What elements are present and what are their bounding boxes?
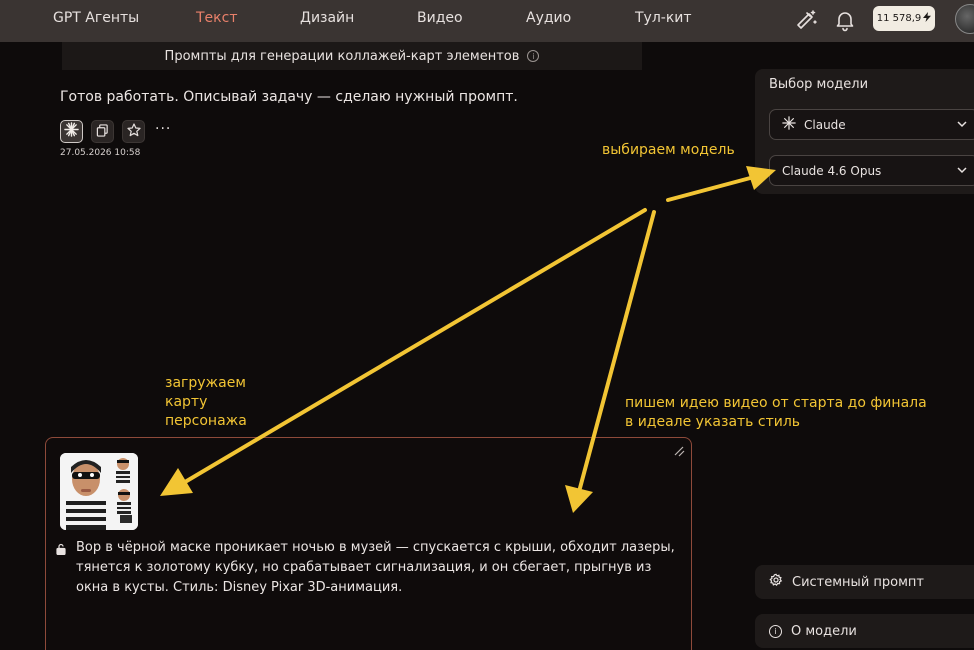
- annotation-idea-2: в идеале указать стиль: [625, 414, 801, 430]
- provider-select[interactable]: Claude: [769, 109, 974, 140]
- subtitle-text: Промпты для генерации коллажей-карт элем…: [164, 48, 520, 64]
- message-timestamp: 27.05.2026 10:58: [60, 148, 141, 158]
- annotation-idea-1: пишем идею видео от старта до финала: [625, 395, 927, 411]
- info-icon[interactable]: i: [527, 50, 540, 62]
- model-selection-panel: Выбор модели Claude Claude 4.6 Opus: [755, 69, 974, 194]
- gear-icon: [769, 573, 783, 591]
- nav-item-text[interactable]: Текст: [196, 10, 237, 26]
- info-icon: i: [769, 624, 782, 638]
- message-actions: ···: [60, 120, 171, 143]
- chevron-down-icon: [956, 118, 968, 133]
- system-prompt-panel[interactable]: Системный промпт: [755, 565, 974, 599]
- annotation-choose-model: выбираем модель: [602, 142, 735, 158]
- balance-badge[interactable]: 11 578,9: [873, 6, 935, 31]
- character-card-thumbnail[interactable]: [60, 453, 138, 530]
- star-icon: [126, 122, 141, 141]
- nav-item-video[interactable]: Видео: [417, 10, 463, 26]
- favorite-button[interactable]: [122, 120, 145, 143]
- prompt-input-box[interactable]: Вор в чёрной маске проникает ночью в муз…: [45, 437, 692, 650]
- arrow-to-model-select: [666, 175, 756, 202]
- annotation-upload-3: персонажа: [165, 413, 247, 429]
- nav-item-design[interactable]: Дизайн: [300, 10, 354, 26]
- balance-value: 11 578,9: [876, 13, 922, 24]
- lightning-icon: [923, 12, 932, 25]
- more-options-button[interactable]: ···: [155, 120, 171, 143]
- claude-model-button[interactable]: [60, 120, 83, 143]
- user-avatar[interactable]: [955, 4, 974, 34]
- model-value: Claude 4.6 Opus: [782, 163, 882, 178]
- resize-handle-icon[interactable]: [673, 442, 685, 461]
- annotation-upload-2: карту: [165, 394, 208, 410]
- magic-pen-icon[interactable]: [794, 8, 818, 32]
- claude-spark-icon: [782, 116, 796, 133]
- assistant-message: Готов работать. Описывай задачу — сделаю…: [60, 89, 518, 105]
- bell-icon[interactable]: [833, 8, 857, 32]
- copy-button[interactable]: [91, 120, 114, 143]
- prompt-text[interactable]: Вор в чёрной маске проникает ночью в муз…: [76, 538, 676, 598]
- model-select[interactable]: Claude 4.6 Opus: [769, 155, 974, 186]
- prompt-subtitle-bar: Промпты для генерации коллажей-карт элем…: [62, 42, 642, 70]
- top-navigation: GPT Агенты Текст Дизайн Видео Аудио Тул-…: [0, 0, 974, 42]
- provider-value: Claude: [804, 117, 846, 132]
- system-prompt-label: Системный промпт: [792, 574, 924, 590]
- unlock-icon[interactable]: [55, 540, 67, 559]
- copy-icon: [96, 122, 109, 141]
- about-model-label: О модели: [791, 623, 857, 639]
- nav-item-toolkit[interactable]: Тул-кит: [635, 10, 692, 26]
- nav-item-gpt-agents[interactable]: GPT Агенты: [53, 10, 139, 26]
- panel-title: Выбор модели: [769, 77, 869, 92]
- chevron-down-icon: [956, 164, 968, 179]
- about-model-panel[interactable]: i О модели: [755, 614, 974, 648]
- nav-item-audio[interactable]: Аудио: [526, 10, 571, 26]
- claude-spark-icon: [64, 122, 79, 141]
- annotation-upload-1: загружаем: [165, 375, 246, 391]
